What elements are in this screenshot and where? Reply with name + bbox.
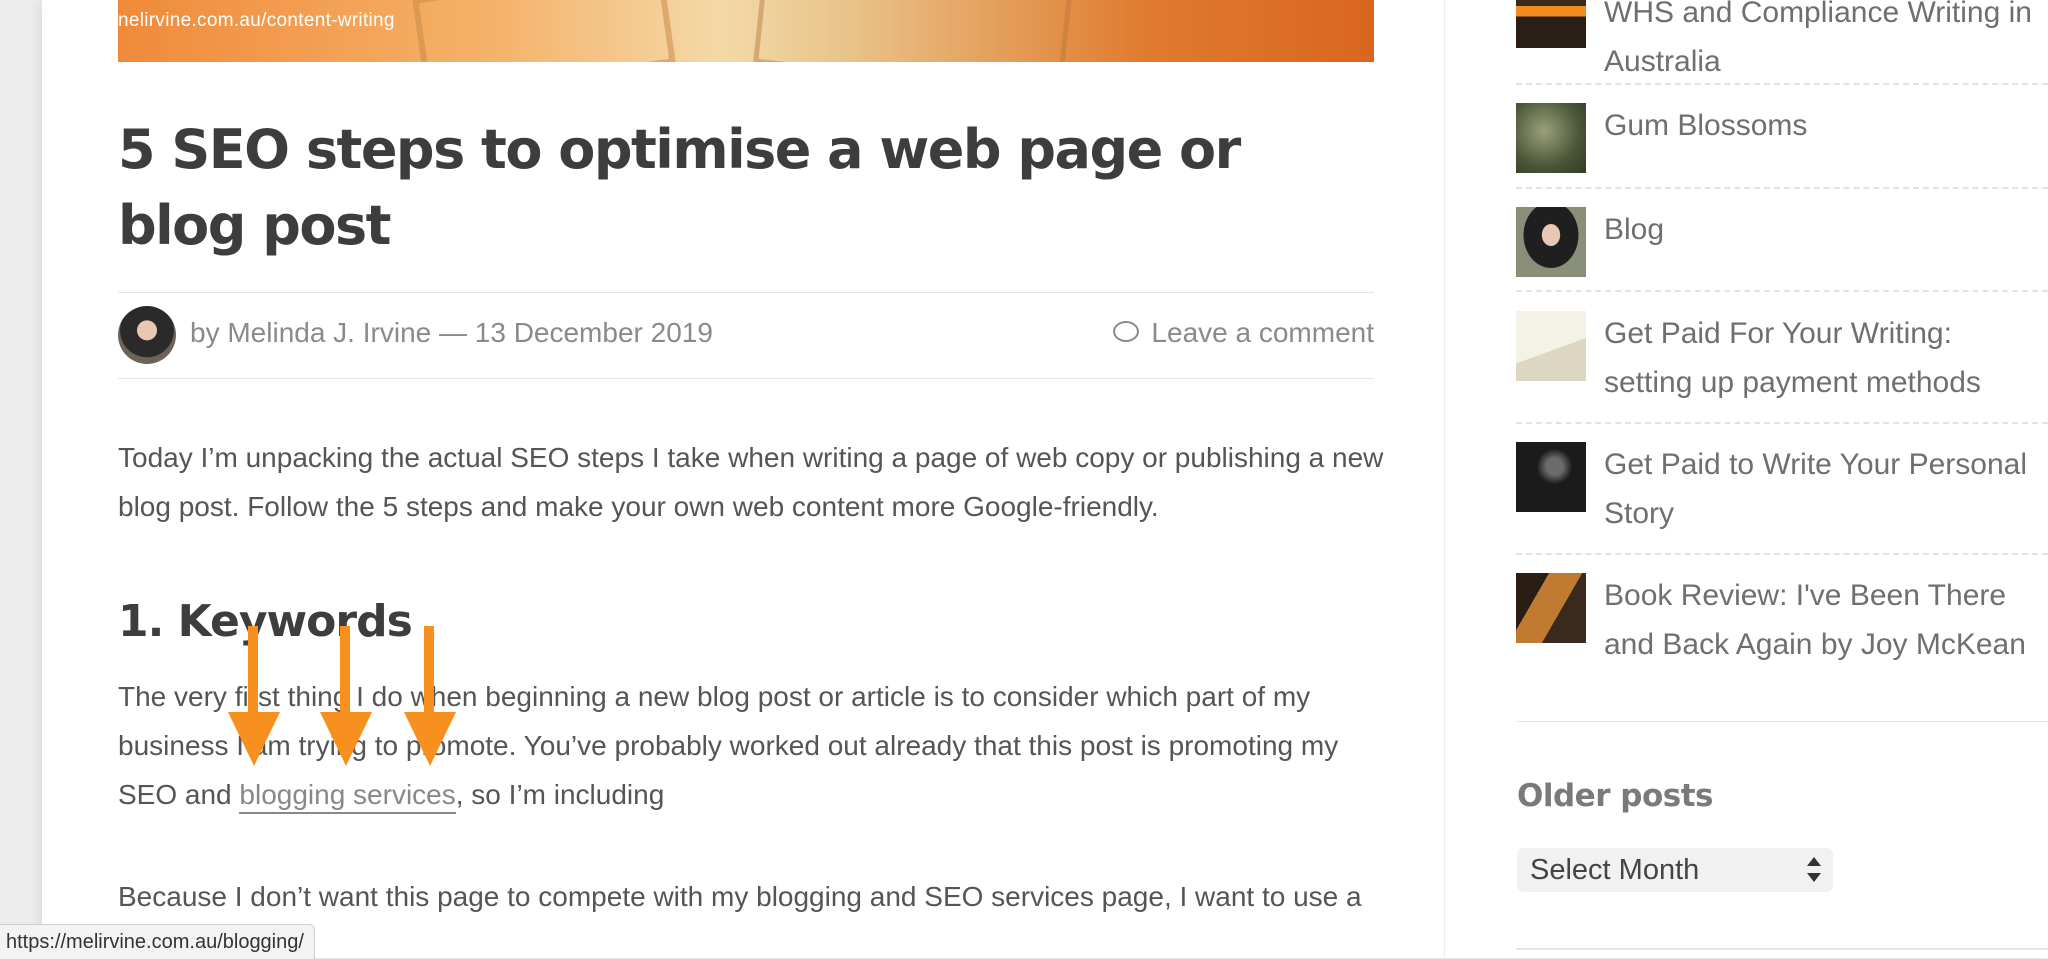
archive-month-select[interactable]: Select Month <box>1517 848 1833 892</box>
post-thumbnail[interactable] <box>1516 442 1586 512</box>
sidebar-bottom-divider <box>1516 948 2048 950</box>
post-thumbnail[interactable] <box>1516 0 1586 48</box>
hero-frame-shape <box>412 0 676 62</box>
orange-arrow-icon <box>320 626 372 766</box>
link-status-bar: https://melirvine.com.au/blogging/ <box>0 924 315 959</box>
keywords-text-end: , so I’m including <box>455 779 665 810</box>
older-posts-heading: Older posts <box>1517 778 1714 814</box>
select-value: Select Month <box>1530 854 1700 886</box>
recent-post-link[interactable]: WHS and Compliance Writing in Australia <box>1604 0 2044 86</box>
post-thumbnail[interactable] <box>1516 573 1586 643</box>
list-divider <box>1516 422 2048 424</box>
post-meta: by Melinda J. Irvine — 13 December 2019 … <box>118 306 1374 364</box>
list-divider <box>1516 290 2048 292</box>
blogging-services-link[interactable]: blogging services <box>239 779 456 814</box>
list-divider <box>1516 187 2048 189</box>
featured-image: nelirvine.com.au/content-writing <box>118 0 1374 62</box>
leave-comment-link[interactable]: Leave a comment <box>1113 317 1374 349</box>
recent-post-link[interactable]: Book Review: I've Been There and Back Ag… <box>1604 571 2044 669</box>
author-avatar[interactable] <box>118 306 176 364</box>
competition-paragraph: Because I don’t want this page to compet… <box>118 881 1362 912</box>
hero-frame-shape <box>753 0 1073 62</box>
post-thumbnail[interactable] <box>1516 207 1586 277</box>
comment-bubble-icon <box>1113 321 1140 343</box>
post-thumbnail[interactable] <box>1516 103 1586 173</box>
list-divider <box>1516 83 2048 85</box>
content-sidebar-divider <box>1444 0 1445 958</box>
select-up-arrow-icon <box>1807 857 1821 866</box>
select-down-arrow-icon <box>1807 873 1821 882</box>
post-title: 5 SEO steps to optimise a web page or bl… <box>118 118 1241 257</box>
meta-divider-top <box>118 292 1374 293</box>
orange-arrow-icon <box>228 626 280 766</box>
recent-post-link[interactable]: Get Paid For Your Writing: setting up pa… <box>1604 309 2044 407</box>
leave-comment-label: Leave a comment <box>1151 317 1374 348</box>
keywords-paragraph: The very first thing I do when beginning… <box>118 672 1388 819</box>
recent-post-link[interactable]: Blog <box>1604 205 2044 254</box>
meta-divider-bottom <box>118 378 1374 379</box>
intro-paragraph: Today I’m unpacking the actual SEO steps… <box>118 442 1384 522</box>
recent-post-link[interactable]: Gum Blossoms <box>1604 101 2044 150</box>
hero-url-text: nelirvine.com.au/content-writing <box>118 10 395 31</box>
orange-arrow-icon <box>404 626 456 766</box>
list-divider <box>1516 553 2048 555</box>
post-byline: by Melinda J. Irvine — 13 December 2019 <box>190 317 713 348</box>
recent-post-link[interactable]: Get Paid to Write Your Personal Story <box>1604 440 2044 538</box>
post-thumbnail[interactable] <box>1516 311 1586 381</box>
sidebar-section-divider <box>1516 721 2048 722</box>
